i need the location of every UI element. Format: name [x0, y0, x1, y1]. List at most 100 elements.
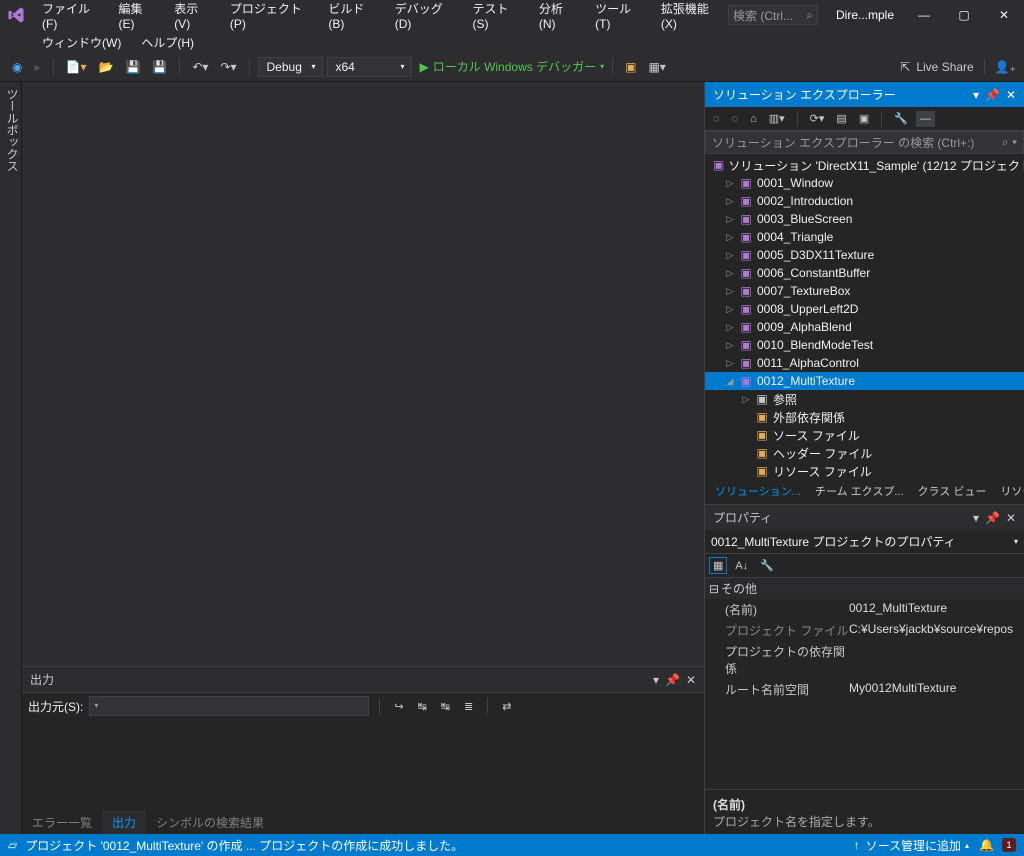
solexp-back-icon[interactable]: ◌ — [709, 111, 724, 127]
solexp-preview-icon[interactable]: — — [916, 111, 935, 127]
output-close-icon[interactable]: ✕ — [686, 673, 696, 687]
output-pin-icon[interactable]: 📌 — [665, 673, 680, 687]
toolbar-icon-2[interactable]: ▦▾ — [644, 58, 669, 76]
props-pin-icon[interactable]: 📌 — [985, 511, 1000, 525]
solexp-pin-icon[interactable]: 📌 — [985, 88, 1000, 102]
undo-button[interactable]: ↶▾ — [188, 58, 212, 76]
menu-build[interactable]: ビルド(B) — [318, 0, 384, 35]
props-close-icon[interactable]: ✕ — [1006, 511, 1016, 525]
solexp-fwd-icon[interactable]: ◌ — [728, 111, 743, 127]
output-prev-icon[interactable]: ↹ — [414, 698, 431, 715]
solexp-tab-resource[interactable]: リソース ビュ — [994, 481, 1024, 501]
menu-debug[interactable]: デバッグ(D) — [385, 0, 463, 35]
project-node-2[interactable]: ▷▣0003_BlueScreen — [705, 210, 1024, 228]
project-node-8[interactable]: ▷▣0009_AlphaBlend — [705, 318, 1024, 336]
liveshare-button[interactable]: Live Share — [916, 60, 973, 74]
nav-back-button[interactable]: ◉ — [8, 58, 26, 76]
solexp-tab-team[interactable]: チーム エクスプ... — [809, 481, 910, 501]
output-clear-icon[interactable]: ≣ — [460, 698, 477, 715]
output-next-icon[interactable]: ↹ — [437, 698, 454, 715]
nav-fwd-button[interactable]: ▸ — [30, 58, 44, 76]
solexp-dropdown-icon[interactable]: ▾ — [973, 88, 979, 102]
props-dropdown-icon[interactable]: ▾ — [973, 511, 979, 525]
toolbox-tab[interactable]: ツールボックス — [0, 82, 22, 834]
resource-files-node[interactable]: ▣リソース ファイル — [705, 462, 1024, 478]
publish-icon[interactable]: ↑ — [854, 838, 860, 852]
props-categorized-icon[interactable]: ▦ — [709, 557, 727, 574]
solexp-home-icon[interactable]: ⌂ — [746, 111, 761, 127]
prop-row-3[interactable]: ルート名前空間My0012MultiTexture — [705, 679, 1024, 700]
notification-icon[interactable]: 🔔 — [979, 838, 994, 852]
project-node-3[interactable]: ▷▣0004_Triangle — [705, 228, 1024, 246]
feedback-icon[interactable]: 👤₊ — [995, 60, 1016, 74]
tab-symbols[interactable]: シンボルの検索結果 — [146, 811, 274, 834]
props-desc-text: プロジェクト名を指定します。 — [713, 813, 1016, 830]
props-grid[interactable]: ⊟その他(名前)0012_MultiTextureプロジェクト ファイルC:¥U… — [705, 578, 1024, 789]
save-all-button[interactable]: 💾 — [148, 58, 171, 76]
solexp-filter-icon[interactable]: ▤ — [832, 110, 850, 127]
output-text[interactable] — [22, 719, 704, 811]
header-files-node[interactable]: ▣ヘッダー ファイル — [705, 444, 1024, 462]
solution-node[interactable]: ▣ソリューション 'DirectX11_Sample' (12/12 プロジェク… — [705, 156, 1024, 174]
redo-button[interactable]: ↷▾ — [216, 58, 240, 76]
search-icon: ⌕ ▾ — [1002, 135, 1017, 150]
save-button[interactable]: 💾 — [121, 58, 144, 76]
solexp-props-icon[interactable]: 🔧 — [890, 110, 912, 127]
tab-output[interactable]: 出力 — [102, 811, 146, 834]
solexp-close-icon[interactable]: ✕ — [1006, 88, 1016, 102]
solexp-refresh-icon[interactable]: ⟳▾ — [806, 110, 829, 127]
project-node-4[interactable]: ▷▣0005_D3DX11Texture — [705, 246, 1024, 264]
solution-tree[interactable]: ▣ソリューション 'DirectX11_Sample' (12/12 プロジェク… — [705, 154, 1024, 478]
project-node-11[interactable]: ◢▣0012_MultiTexture — [705, 372, 1024, 390]
solexp-tab-solution[interactable]: ソリューション... — [709, 481, 807, 501]
toolbar-icon-1[interactable]: ▣ — [621, 58, 640, 76]
title-tab[interactable]: Dire...mple — [826, 4, 904, 26]
tab-errorlist[interactable]: エラー一覧 — [22, 811, 102, 834]
liveshare-icon[interactable]: ⇱ — [900, 60, 910, 74]
output-goto-icon[interactable]: ↪ — [390, 698, 407, 715]
solexp-collapse-icon[interactable]: ▣ — [855, 110, 873, 127]
props-wrench-icon[interactable]: 🔧 — [756, 557, 778, 574]
prop-row-2[interactable]: プロジェクトの依存関係 — [705, 641, 1024, 679]
project-node-0[interactable]: ▷▣0001_Window — [705, 174, 1024, 192]
project-node-6[interactable]: ▷▣0007_TextureBox — [705, 282, 1024, 300]
props-desc-name: (名前) — [713, 796, 1016, 813]
project-node-9[interactable]: ▷▣0010_BlendModeTest — [705, 336, 1024, 354]
config-combo[interactable]: Debug▾ — [258, 57, 323, 77]
minimize-button[interactable]: — — [904, 0, 944, 30]
props-subtitle[interactable]: 0012_MultiTexture プロジェクトのプロパティ — [711, 533, 956, 550]
menu-help[interactable]: ヘルプ(H) — [131, 30, 204, 55]
solexp-sync-icon[interactable]: ▥▾ — [765, 110, 789, 127]
external-deps-node[interactable]: ▣外部依存関係 — [705, 408, 1024, 426]
output-dropdown-icon[interactable]: ▾ — [653, 673, 659, 687]
menu-window[interactable]: ウィンドウ(W) — [32, 30, 131, 55]
solexp-tab-class[interactable]: クラス ビュー — [912, 481, 993, 501]
open-button[interactable]: 📂 — [94, 58, 117, 76]
project-node-10[interactable]: ▷▣0011_AlphaControl — [705, 354, 1024, 372]
references-node[interactable]: ▷▣参照 — [705, 390, 1024, 408]
start-debug-button[interactable]: ▶ローカル Windows デバッガー▾ — [420, 58, 605, 75]
close-button[interactable]: ✕ — [984, 0, 1024, 30]
solexp-search[interactable]: ソリューション エクスプローラー の検索 (Ctrl+:) ⌕ ▾ — [705, 131, 1024, 154]
menu-test[interactable]: テスト(S) — [462, 0, 528, 35]
project-node-1[interactable]: ▷▣0002_Introduction — [705, 192, 1024, 210]
vs-logo — [0, 0, 32, 30]
search-box[interactable]: 検索 (Ctrl... ⌕ — [728, 5, 818, 25]
project-node-5[interactable]: ▷▣0006_ConstantBuffer — [705, 264, 1024, 282]
menu-tools[interactable]: ツール(T) — [585, 0, 651, 35]
menu-extensions[interactable]: 拡張機能(X) — [651, 0, 728, 35]
maximize-button[interactable]: ▢ — [944, 0, 984, 30]
output-source-combo[interactable] — [89, 696, 369, 716]
prop-row-1[interactable]: プロジェクト ファイルC:¥Users¥jackb¥source¥repos — [705, 620, 1024, 641]
output-wrap-icon[interactable]: ⇄ — [498, 698, 515, 715]
menu-analyze[interactable]: 分析(N) — [529, 0, 585, 35]
menu-project[interactable]: プロジェクト(P) — [220, 0, 319, 35]
project-node-7[interactable]: ▷▣0008_UpperLeft2D — [705, 300, 1024, 318]
platform-combo[interactable]: x64▾ — [327, 57, 412, 77]
props-alpha-icon[interactable]: A↓ — [731, 557, 752, 574]
new-button[interactable]: 📄▾ — [62, 58, 91, 76]
source-control-button[interactable]: ソース管理に追加 — [866, 837, 961, 854]
prop-row-0[interactable]: (名前)0012_MultiTexture — [705, 599, 1024, 620]
source-files-node[interactable]: ▣ソース ファイル — [705, 426, 1024, 444]
status-icon: ▱ — [8, 838, 17, 852]
